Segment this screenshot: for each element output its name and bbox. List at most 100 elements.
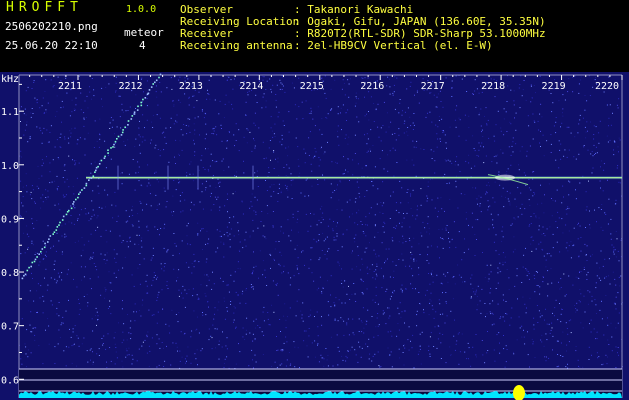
noise-dot — [308, 328, 310, 329]
noise-dot — [499, 184, 501, 186]
noise-dot — [190, 201, 192, 203]
noise-dot — [318, 287, 320, 289]
noise-dot — [245, 245, 247, 247]
noise-dot — [294, 104, 296, 106]
noise-dot — [303, 330, 305, 332]
noise-dot — [70, 136, 72, 138]
noise-dot — [50, 247, 52, 249]
noise-dot — [375, 273, 377, 275]
noise-dot — [459, 171, 461, 172]
noise-dot — [455, 343, 457, 345]
noise-dot — [181, 356, 183, 358]
noise-dot — [529, 204, 531, 206]
noise-dot — [190, 209, 191, 211]
noise-dot — [465, 211, 467, 213]
noise-dot — [351, 252, 353, 254]
noise-dot — [537, 322, 539, 323]
noise-dot — [254, 112, 256, 114]
noise-dot — [252, 340, 254, 342]
noise-dot — [228, 291, 230, 293]
noise-dot — [517, 187, 519, 189]
noise-dot — [391, 238, 393, 240]
noise-dot — [392, 92, 394, 94]
noise-dot — [343, 320, 345, 322]
noise-dot — [66, 273, 68, 275]
noise-dot — [227, 193, 228, 195]
noise-dot — [588, 359, 590, 360]
noise-dot — [134, 243, 136, 245]
noise-dot — [121, 342, 123, 344]
noise-dot — [426, 260, 428, 261]
noise-dot — [344, 94, 346, 96]
noise-dot — [562, 331, 564, 333]
noise-dot — [205, 148, 206, 150]
noise-dot — [481, 131, 482, 133]
noise-dot — [198, 261, 200, 263]
noise-dot — [156, 299, 158, 301]
noise-dot — [336, 209, 338, 211]
noise-dot — [334, 305, 336, 307]
noise-dot — [285, 174, 287, 176]
noise-dot — [540, 103, 542, 105]
noise-dot — [487, 280, 489, 282]
noise-dot — [507, 85, 509, 87]
noise-dot — [284, 303, 286, 305]
noise-dot — [44, 254, 46, 256]
noise-dot — [352, 250, 353, 252]
noise-dot — [179, 200, 181, 202]
noise-dot — [191, 272, 193, 274]
noise-dot — [36, 185, 38, 187]
noise-dot — [62, 177, 64, 178]
noise-dot — [41, 132, 43, 134]
noise-dot — [519, 207, 521, 209]
noise-dot — [568, 320, 570, 322]
noise-dot — [533, 324, 535, 326]
noise-dot — [148, 345, 150, 347]
noise-dot — [588, 346, 590, 348]
noise-dot — [258, 277, 259, 279]
meteor-echo-dot — [113, 143, 115, 146]
noise-dot — [480, 145, 482, 147]
noise-dot — [618, 260, 620, 262]
noise-dot — [30, 352, 32, 354]
noise-dot — [74, 127, 76, 129]
noise-dot — [238, 343, 239, 345]
noise-dot — [346, 229, 348, 231]
noise-dot — [335, 297, 337, 299]
noise-dot — [395, 225, 397, 227]
noise-dot — [74, 164, 76, 166]
noise-dot — [252, 333, 254, 335]
noise-dot — [506, 101, 508, 102]
noise-dot — [139, 283, 141, 285]
noise-dot — [134, 78, 136, 80]
noise-dot — [91, 215, 93, 217]
noise-dot — [340, 107, 342, 109]
noise-dot — [513, 236, 515, 238]
noise-dot — [233, 305, 235, 307]
noise-dot — [533, 274, 535, 276]
noise-dot — [422, 78, 424, 80]
noise-dot — [337, 250, 339, 251]
noise-dot — [493, 323, 495, 325]
noise-dot — [506, 349, 508, 350]
noise-dot — [255, 318, 257, 320]
noise-dot — [419, 345, 421, 347]
noise-dot — [175, 163, 176, 164]
noise-dot — [75, 97, 77, 99]
noise-dot — [33, 300, 35, 302]
noise-dot — [243, 160, 244, 162]
noise-dot — [595, 338, 597, 340]
noise-dot — [495, 155, 497, 157]
noise-dot — [205, 295, 207, 297]
noise-dot — [533, 192, 535, 193]
noise-dot — [613, 302, 615, 304]
noise-dot — [442, 283, 443, 285]
noise-dot — [475, 289, 477, 291]
noise-dot — [557, 340, 559, 342]
noise-dot — [143, 91, 144, 93]
noise-dot — [483, 162, 485, 164]
noise-dot — [559, 288, 561, 290]
noise-dot — [471, 212, 473, 214]
noise-dot — [491, 312, 493, 314]
noise-dot — [222, 280, 224, 282]
